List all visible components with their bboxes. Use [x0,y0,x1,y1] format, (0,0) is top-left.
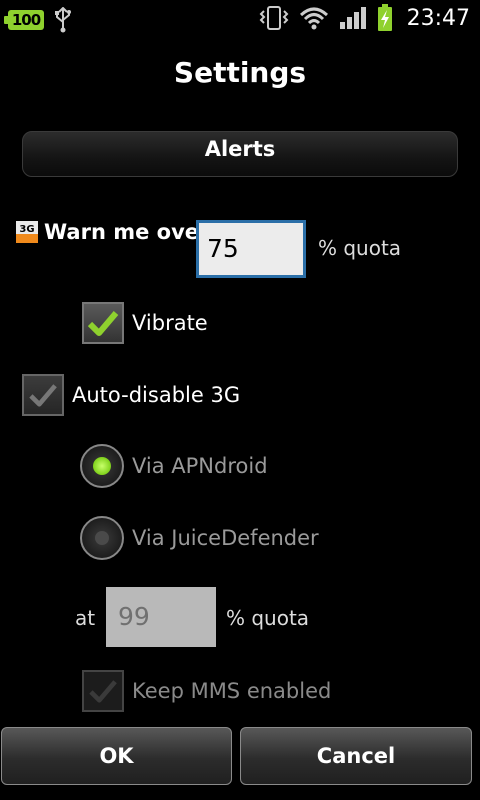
via-juicedefender-row: Via JuiceDefender [80,516,319,560]
via-juicedefender-label: Via JuiceDefender [132,526,319,550]
radio-unselected-dot-icon [95,531,109,545]
radio-selected-dot-icon [93,457,111,475]
section-header-alerts: Alerts [22,131,458,177]
dialog-title: Settings [173,56,307,89]
threshold-unit-label: % quota [226,606,310,630]
warn-label: Warn me over [44,220,210,244]
3g-icon: 3G [16,221,38,243]
status-bar: 100 23:47 [0,0,480,38]
status-clock: 23:47 [406,5,470,31]
via-apndroid-label: Via APNdroid [132,454,268,478]
check-icon [89,680,117,703]
keep-mms-row: Keep MMS enabled [82,670,331,712]
svg-text:3G: 3G [19,224,34,235]
wifi-icon [299,7,328,30]
ok-button[interactable]: OK [1,727,232,785]
keep-mms-checkbox[interactable] [82,670,124,712]
threshold-quota-input[interactable]: 99 [106,587,216,647]
usb-icon [55,7,71,33]
vibrate-row: Vibrate [82,302,208,344]
check-icon [87,311,119,336]
vibrate-label: Vibrate [132,311,208,335]
warn-row: 3G Warn me over [16,220,209,244]
auto-disable-label: Auto-disable 3G [72,383,241,407]
vibrate-icon [259,6,289,30]
via-apndroid-radio[interactable] [80,444,124,488]
warn-unit-label: % quota [318,236,402,260]
signal-icon [339,7,366,29]
check-icon [29,384,57,407]
battery-charging-icon [377,4,392,31]
vibrate-checkbox[interactable] [82,302,124,344]
keep-mms-label: Keep MMS enabled [132,679,332,703]
auto-disable-checkbox[interactable] [22,374,64,416]
via-apndroid-row: Via APNdroid [80,444,268,488]
via-juicedefender-radio[interactable] [80,516,124,560]
battery-badge-icon: 100 [4,10,44,30]
warn-quota-input[interactable]: 75 [196,220,306,278]
threshold-prefix-label: at [75,606,96,630]
cancel-button[interactable]: Cancel [240,727,472,785]
auto-disable-row: Auto-disable 3G [22,374,240,416]
